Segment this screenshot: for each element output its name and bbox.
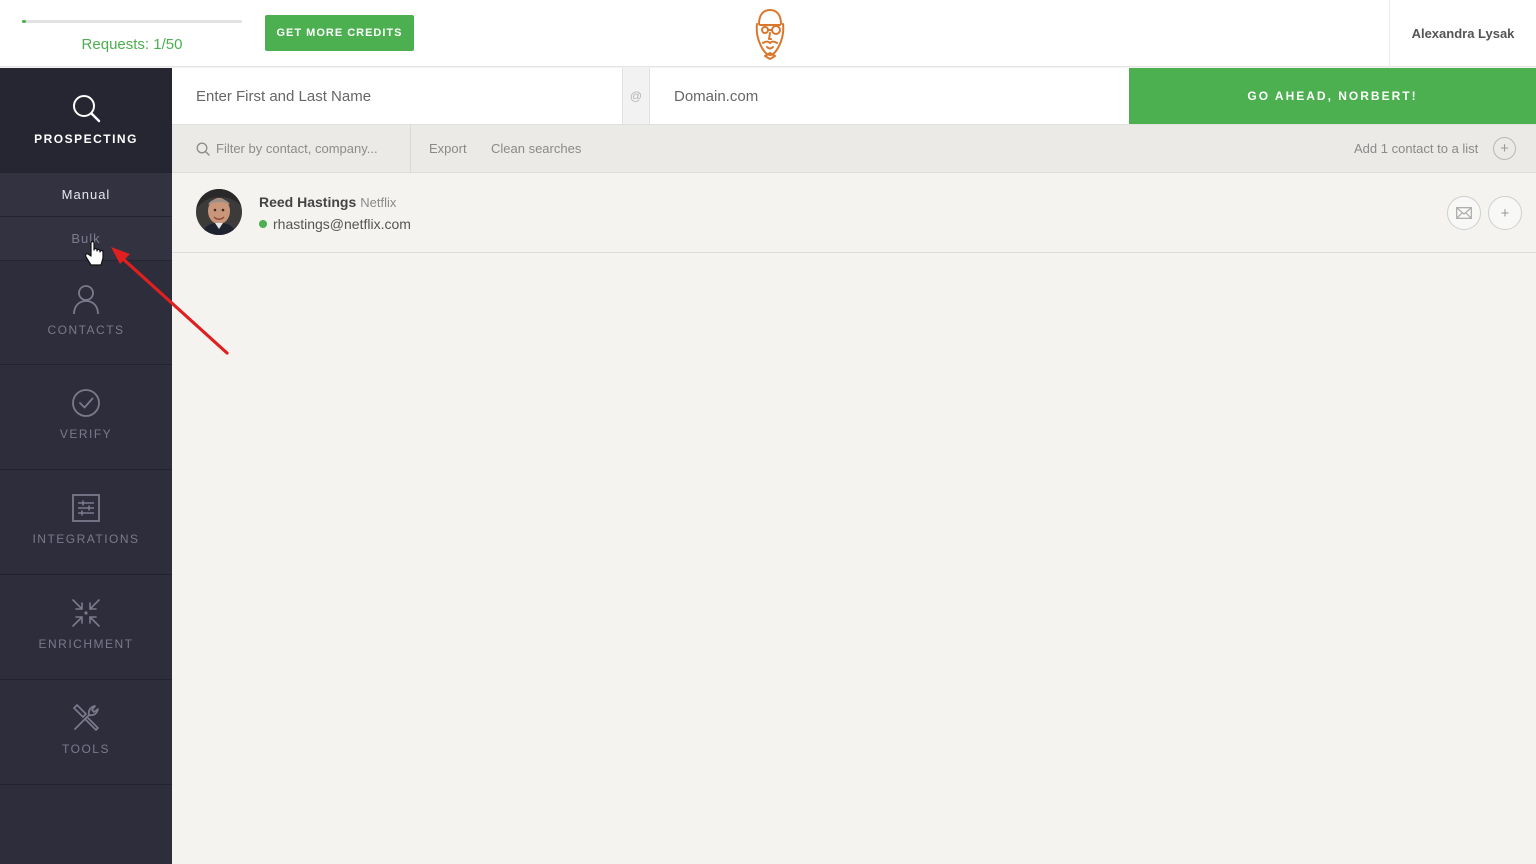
top-bar: Requests: 1/50 GET MORE CREDITS Alexandr… xyxy=(0,0,1536,67)
sidebar-item-manual[interactable]: Manual xyxy=(0,173,172,217)
tools-icon xyxy=(73,704,99,731)
nav-contacts-label: CONTACTS xyxy=(47,323,125,337)
add-to-list-button[interactable]: + xyxy=(1493,137,1516,160)
search-icon xyxy=(73,95,101,123)
sidebar: PROSPECTING Manual Bulk CONTACTS VERIFY … xyxy=(0,68,172,864)
nav-integrations-label: INTEGRATIONS xyxy=(32,532,140,546)
requests-label: Requests: 1/50 xyxy=(81,36,183,53)
envelope-icon xyxy=(1456,207,1472,219)
nav-integrations[interactable]: INTEGRATIONS xyxy=(0,470,172,575)
avatar xyxy=(196,189,242,235)
contact-company: Netflix xyxy=(360,195,397,210)
nav-tools-label: TOOLS xyxy=(62,742,110,756)
requests-progress-track xyxy=(22,20,242,23)
nav-enrichment-label: ENRICHMENT xyxy=(38,637,134,651)
filter-input[interactable] xyxy=(216,141,406,156)
prospecting-search-bar: @ GO AHEAD, NORBERT! xyxy=(172,68,1536,125)
add-to-list-link[interactable]: Add 1 contact to a list xyxy=(1354,125,1478,172)
domain-input[interactable] xyxy=(650,68,1129,124)
filter-box xyxy=(172,125,411,172)
user-menu[interactable]: Alexandra Lysak xyxy=(1389,0,1536,67)
contact-email-line: rhastings@netflix.com xyxy=(259,216,411,232)
enrichment-icon xyxy=(72,599,100,627)
results-toolbar: Export Clean searches Add 1 contact to a… xyxy=(172,125,1536,173)
contact-name-line: Reed Hastings Netflix xyxy=(259,194,396,210)
nav-prospecting[interactable]: PROSPECTING xyxy=(0,68,172,173)
requests-meter: Requests: 1/50 xyxy=(22,20,242,53)
export-link[interactable]: Export xyxy=(429,125,467,172)
filter-search-icon xyxy=(196,142,210,156)
integrations-icon xyxy=(72,494,100,522)
check-circle-icon xyxy=(72,389,100,417)
send-email-button[interactable] xyxy=(1447,196,1481,230)
sidebar-item-bulk[interactable]: Bulk xyxy=(0,217,172,261)
nav-prospecting-label: PROSPECTING xyxy=(34,132,138,146)
contact-email[interactable]: rhastings@netflix.com xyxy=(273,216,411,232)
add-contact-button[interactable]: + xyxy=(1488,196,1522,230)
at-separator: @ xyxy=(623,68,650,124)
nav-verify[interactable]: VERIFY xyxy=(0,365,172,470)
nav-enrichment[interactable]: ENRICHMENT xyxy=(0,575,172,680)
contact-name: Reed Hastings xyxy=(259,194,357,210)
nav-verify-label: VERIFY xyxy=(59,427,113,441)
nav-tools[interactable]: TOOLS xyxy=(0,680,172,785)
go-ahead-norbert-button[interactable]: GO AHEAD, NORBERT! xyxy=(1129,68,1536,124)
get-more-credits-button[interactable]: GET MORE CREDITS xyxy=(265,15,414,51)
email-status-dot xyxy=(259,220,267,228)
user-icon xyxy=(73,285,99,315)
clean-searches-link[interactable]: Clean searches xyxy=(491,125,581,172)
contact-row[interactable]: Reed Hastings Netflix rhastings@netflix.c… xyxy=(172,173,1536,253)
full-name-input[interactable] xyxy=(172,68,623,124)
requests-progress-fill xyxy=(22,20,27,23)
nav-contacts[interactable]: CONTACTS xyxy=(0,261,172,365)
norbert-logo-icon[interactable] xyxy=(748,8,792,60)
